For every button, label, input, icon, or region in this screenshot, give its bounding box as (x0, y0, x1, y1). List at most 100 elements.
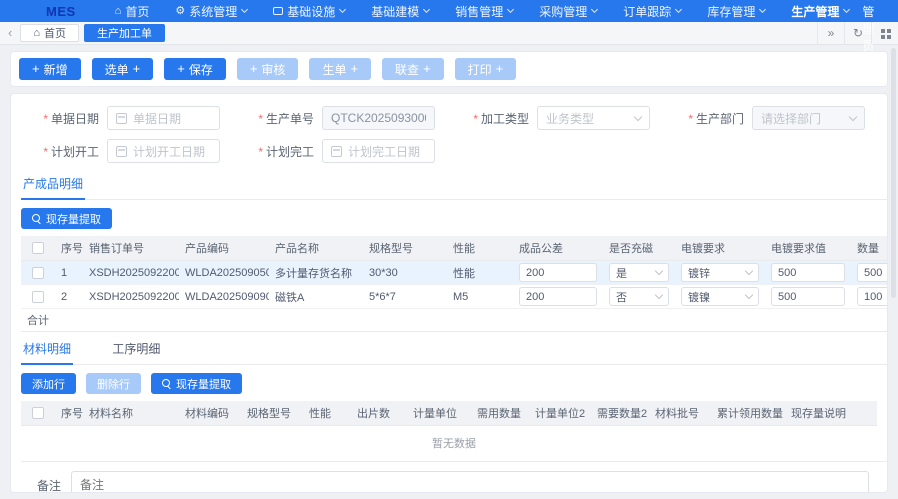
select-all-checkbox[interactable] (32, 242, 44, 254)
department-select[interactable]: 请选择部门 (752, 106, 865, 130)
row-checkbox[interactable] (32, 291, 44, 303)
materials-section-tabs: 材料明细 工序明细 (21, 337, 887, 365)
tolerance-input[interactable] (519, 287, 597, 306)
select-all-checkbox[interactable] (32, 407, 44, 419)
row-checkbox[interactable] (32, 267, 44, 279)
products-section-header: 产成品明细 (21, 172, 887, 200)
process-type-label: 加工类型 (451, 110, 529, 127)
calendar-icon (116, 113, 127, 124)
plus-icon: + (496, 62, 504, 75)
tab-home[interactable]: ⌂ 首页 (20, 24, 79, 42)
field-bill-date: 单据日期 单据日期 (21, 106, 236, 130)
delete-row-button[interactable]: 删除行 (86, 373, 141, 394)
plan-end-label: 计划完工 (236, 143, 314, 160)
nav-item-production[interactable]: 生产管理 (791, 3, 849, 20)
nav-item-inventory[interactable]: 库存管理 (707, 3, 765, 20)
chevron-down-icon (507, 6, 514, 13)
select-order-button[interactable]: 选单+ (92, 58, 154, 80)
chat-icon (273, 7, 283, 15)
audit-button[interactable]: +审核 (237, 58, 299, 80)
product-row-1[interactable]: 1 XSDH2025092200286 WLDA2025090500019 多计… (21, 261, 887, 285)
remark-input[interactable] (71, 471, 869, 493)
empty-state: 暂无数据 (21, 426, 887, 462)
bill-date-label: 单据日期 (21, 110, 99, 127)
products-section-title: 产成品明细 (21, 172, 85, 200)
field-plan-start: 计划开工 计划开工日期 (21, 139, 236, 163)
app-logo: MES (46, 4, 76, 19)
plating-value-input[interactable] (771, 263, 845, 282)
field-department: 生产部门 请选择部门 (666, 106, 881, 130)
process-type-select[interactable]: 业务类型 (537, 106, 650, 130)
chevron-down-icon (241, 6, 248, 13)
linked-query-button[interactable]: 联查+ (382, 58, 444, 80)
chevron-down-icon (634, 112, 642, 120)
department-label: 生产部门 (666, 110, 744, 127)
expand-tabs-icon[interactable]: » (817, 22, 844, 44)
plus-icon: + (423, 62, 431, 75)
chevron-down-icon (849, 112, 857, 120)
chevron-down-icon (745, 267, 753, 275)
nav-item-sales[interactable]: 销售管理 (455, 3, 513, 20)
form-row-1: 单据日期 单据日期 生产单号 QTCK2025093000002 加工类型 业务… (21, 106, 881, 130)
vertical-scrollbar[interactable] (891, 48, 896, 298)
add-row-button[interactable]: 添加行 (21, 373, 76, 394)
qty-input[interactable] (857, 287, 887, 306)
nav-item-home[interactable]: ⌂ 首页 (115, 3, 150, 20)
tab-actions: » ↻ (817, 22, 898, 44)
field-process-type: 加工类型 业务类型 (451, 106, 666, 130)
tab-process-detail[interactable]: 工序明细 (110, 337, 162, 363)
refresh-icon[interactable]: ↻ (844, 22, 871, 44)
plus-icon: + (250, 62, 258, 75)
nav-item-system[interactable]: ⚙ 系统管理 (175, 3, 247, 20)
action-toolbar: +新增 选单+ +保存 +审核 生单+ 联查+ 打印+ (10, 51, 888, 87)
chevron-down-icon (423, 6, 430, 13)
plating-select[interactable]: 镀锌 (681, 263, 759, 282)
tolerance-input[interactable] (519, 263, 597, 282)
back-chevron-icon[interactable]: ‹ (8, 25, 12, 40)
field-plan-end: 计划完工 计划完工日期 (236, 139, 451, 163)
chevron-down-icon (655, 267, 663, 275)
add-button[interactable]: +新增 (19, 58, 81, 80)
qty-input[interactable] (857, 263, 887, 282)
page-content: +新增 选单+ +保存 +审核 生单+ 联查+ 打印+ 单据日期 单据日期 生产… (0, 45, 898, 499)
tab-material-detail[interactable]: 材料明细 (21, 337, 73, 365)
product-row-2[interactable]: 2 XSDH2025092200286 WLDA2025090900023 磁铁… (21, 285, 887, 309)
home-icon: ⌂ (115, 6, 122, 17)
chevron-down-icon (759, 6, 766, 13)
layout-grid-icon[interactable] (871, 22, 898, 44)
calendar-icon (116, 146, 127, 157)
order-no-label: 生产单号 (236, 110, 314, 127)
magnetize-select[interactable]: 否 (609, 287, 669, 306)
chevron-down-icon (675, 6, 682, 13)
calendar-icon (331, 146, 342, 157)
chevron-down-icon (655, 291, 663, 299)
home-icon: ⌂ (33, 27, 40, 39)
bill-date-input[interactable]: 单据日期 (107, 106, 220, 130)
nav-item-infrastructure[interactable]: 基础设施 (273, 3, 345, 20)
plan-start-input[interactable]: 计划开工日期 (107, 139, 220, 163)
nav-item-modeling[interactable]: 基础建模 (371, 3, 429, 20)
magnetize-select[interactable]: 是 (609, 263, 669, 282)
print-button[interactable]: 打印+ (455, 58, 517, 80)
plating-select[interactable]: 镀镍 (681, 287, 759, 306)
plating-value-input[interactable] (771, 287, 845, 306)
chevron-down-icon (591, 6, 598, 13)
remark-label: 备注 (21, 477, 61, 494)
total-label: 合计 (21, 309, 83, 332)
plus-icon: + (350, 62, 358, 75)
order-no-input: QTCK2025093000002 (322, 106, 435, 130)
field-order-no: 生产单号 QTCK2025093000002 (236, 106, 451, 130)
save-button[interactable]: +保存 (164, 58, 226, 80)
nav-item-order-tracking[interactable]: 订单跟踪 (623, 3, 681, 20)
products-extract-stock-button[interactable]: 现存量提取 (21, 208, 112, 229)
chevron-down-icon (843, 6, 850, 13)
nav-item-purchase[interactable]: 采购管理 (539, 3, 597, 20)
search-icon (32, 214, 42, 224)
form-row-2: 计划开工 计划开工日期 计划完工 计划完工日期 (21, 139, 881, 163)
generate-order-button[interactable]: 生单+ (309, 58, 371, 80)
products-toolbar: 现存量提取 (21, 208, 887, 229)
products-grid: 序号 销售订单号 产品编码 产品名称 规格型号 性能 成品公差 是否充磁 电镀要… (21, 236, 887, 332)
tab-production-order[interactable]: 生产加工单 (84, 24, 165, 42)
materials-extract-stock-button[interactable]: 现存量提取 (151, 373, 242, 394)
plan-end-input[interactable]: 计划完工日期 (322, 139, 435, 163)
